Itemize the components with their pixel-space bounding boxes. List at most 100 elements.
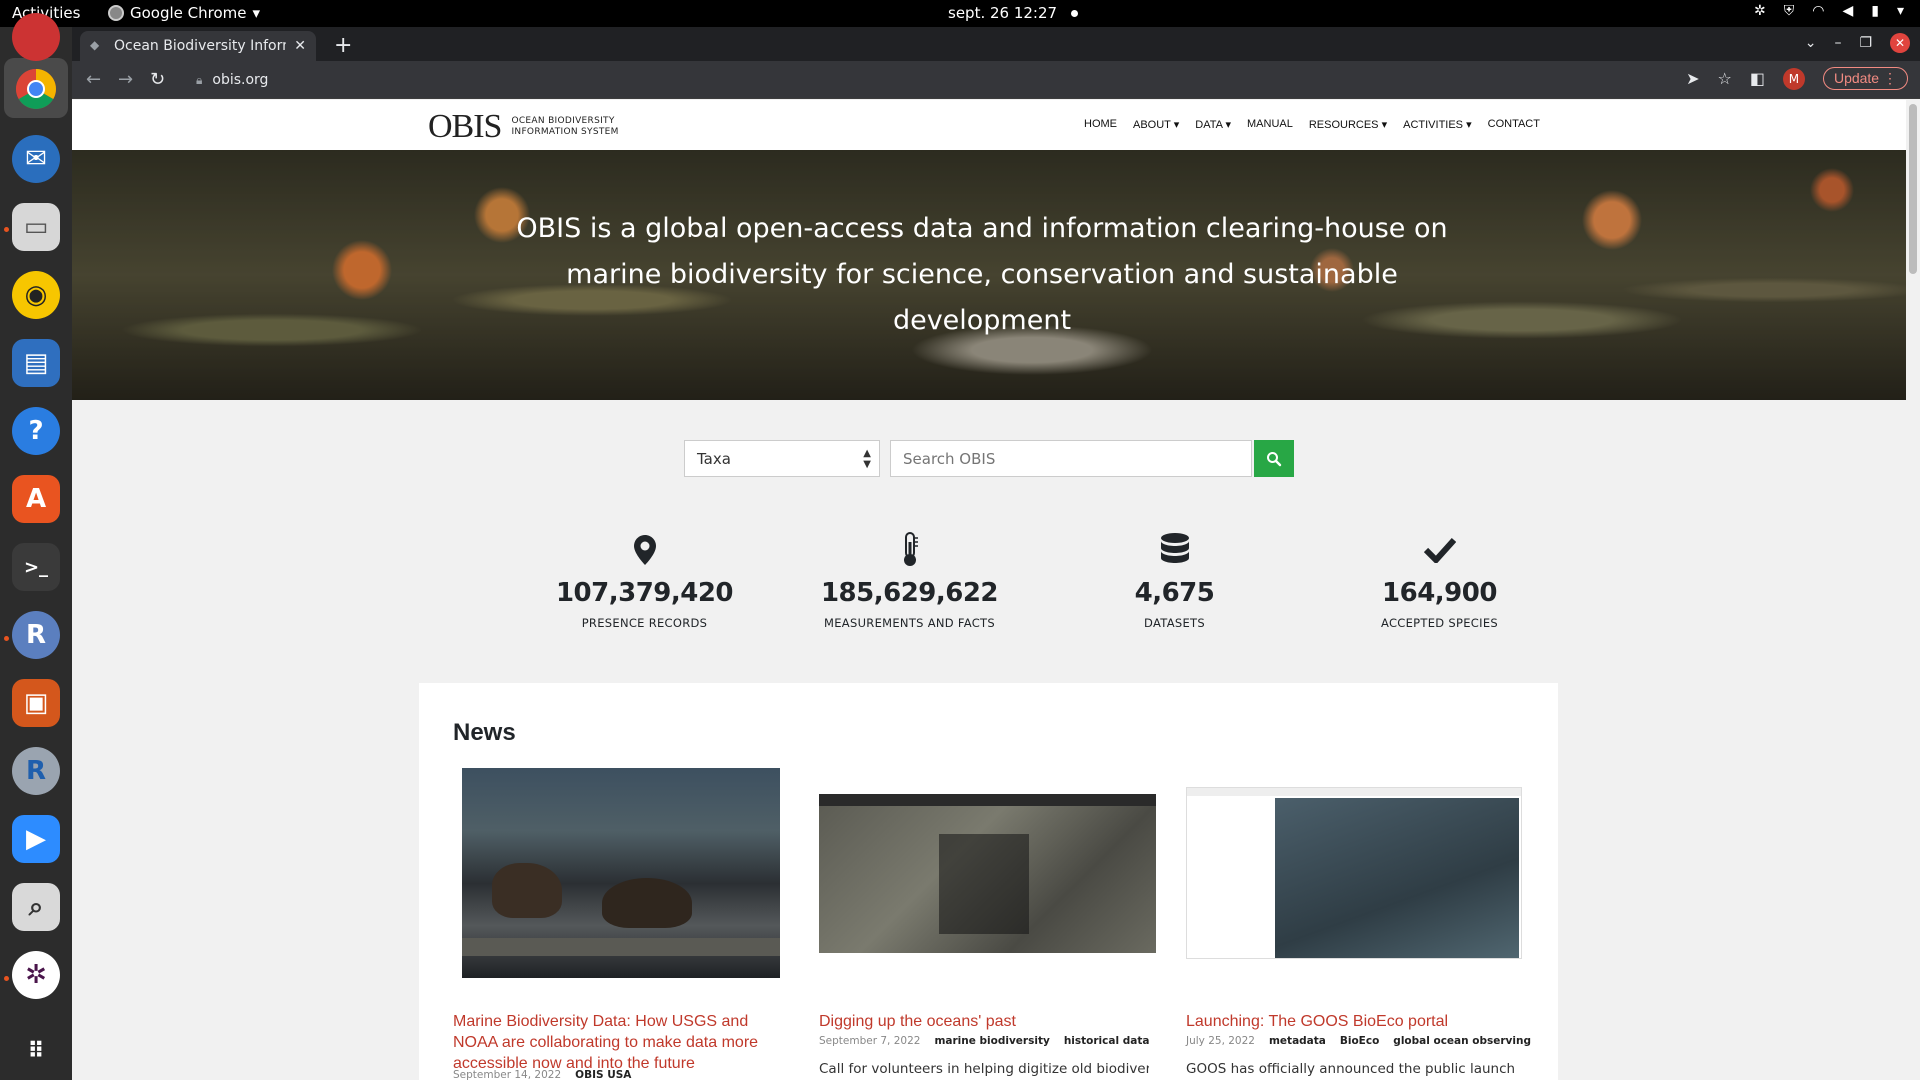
obis-logo[interactable]: OBIS OCEAN BIODIVERSITY INFORMATION SYST… <box>428 108 619 146</box>
r-icon[interactable]: R <box>12 611 60 659</box>
tab-title: Ocean Biodiversity Inform <box>114 38 287 54</box>
stat-value: 185,629,622 <box>820 578 999 608</box>
impress-icon[interactable]: ▣ <box>12 679 60 727</box>
caret-down-icon: ▾ <box>252 4 261 22</box>
reload-icon[interactable]: ↻ <box>150 69 165 90</box>
news-image-portal[interactable] <box>1186 787 1522 959</box>
check-icon <box>1307 530 1572 570</box>
nav-home[interactable]: HOME <box>1084 118 1117 131</box>
database-icon <box>1042 530 1307 570</box>
new-tab-button[interactable]: + <box>334 33 352 58</box>
news-tag[interactable]: marine biodiversity <box>934 1035 1049 1047</box>
hero-banner: OBIS is a global open-access data and in… <box>72 150 1906 400</box>
news-title-link[interactable]: Marine Biodiversity Data: How USGS and N… <box>453 1011 783 1074</box>
system-tray[interactable]: ✲ ⛨ ◠ ◀ ▮ ▾ <box>1754 3 1904 19</box>
nav-label: DATA <box>1195 119 1223 131</box>
close-window-icon[interactable]: ✕ <box>1890 33 1910 53</box>
nav-resources[interactable]: RESOURCES ▾ <box>1309 118 1387 131</box>
news-image-old-map[interactable] <box>819 794 1156 953</box>
caret-down-icon: ▾ <box>1466 119 1472 131</box>
stat-measurements[interactable]: 185,629,622 MEASUREMENTS AND FACTS <box>777 530 1042 630</box>
news-tag[interactable]: OBIS USA <box>575 1069 631 1080</box>
web-page: OBIS OCEAN BIODIVERSITY INFORMATION SYST… <box>72 100 1906 1080</box>
rhythmbox-icon[interactable]: ◉ <box>12 271 60 319</box>
nav-contact[interactable]: CONTACT <box>1488 118 1540 131</box>
news-meta: September 7, 2022 marine biodiversity hi… <box>819 1035 1149 1047</box>
nav-data[interactable]: DATA ▾ <box>1195 118 1231 131</box>
tab-obis[interactable]: ◆ Ocean Biodiversity Inform ✕ <box>80 31 316 61</box>
shield-tray-icon[interactable]: ⛨ <box>1784 3 1795 19</box>
nav-label: ABOUT <box>1133 119 1171 131</box>
files-icon[interactable]: ▭ <box>12 203 60 251</box>
send-icon[interactable]: ➤ <box>1686 69 1699 88</box>
stat-label: DATASETS <box>1144 616 1205 630</box>
map-marker-icon <box>512 530 777 570</box>
thermometer-icon <box>777 530 1042 570</box>
search-button[interactable] <box>1254 440 1294 477</box>
slack-tray-icon[interactable]: ✲ <box>1754 3 1766 19</box>
writer-icon[interactable]: ▤ <box>12 339 60 387</box>
bookmark-star-icon[interactable]: ☆ <box>1717 69 1731 88</box>
search-type-select[interactable]: Taxa ▲ ▼ <box>684 440 880 477</box>
news-tag[interactable]: global ocean observing <box>1393 1035 1531 1047</box>
side-panel-icon[interactable]: ◧ <box>1750 69 1765 88</box>
minimize-icon[interactable]: – <box>1834 35 1841 51</box>
clock[interactable]: sept. 26 12:27 <box>948 4 1079 22</box>
url-text: obis.org <box>212 72 269 88</box>
rstudio-icon[interactable]: R <box>12 747 60 795</box>
stat-datasets[interactable]: 4,675 DATASETS <box>1042 530 1307 630</box>
update-label: Update <box>1833 70 1880 86</box>
dock-app-partial-icon[interactable] <box>12 13 60 61</box>
zoom-icon[interactable]: ▶ <box>12 815 60 863</box>
page-scrollbar[interactable] <box>1906 100 1920 1080</box>
search-bar: Taxa ▲ ▼ <box>684 440 1294 477</box>
profile-avatar[interactable]: M <box>1782 67 1805 90</box>
news-date: September 7, 2022 <box>819 1035 921 1047</box>
stat-accepted-species[interactable]: 164,900 ACCEPTED SPECIES <box>1307 530 1572 630</box>
search-app-icon[interactable]: ⌕ <box>12 883 60 931</box>
tab-close-icon[interactable]: ✕ <box>294 38 306 54</box>
nav-about[interactable]: ABOUT ▾ <box>1133 118 1179 131</box>
news-tag[interactable]: metadata <box>1269 1035 1326 1047</box>
news-title-link[interactable]: Launching: The GOOS BioEco portal <box>1186 1011 1516 1032</box>
news-excerpt: GOOS has officially announced the public… <box>1186 1061 1516 1077</box>
stat-presence-records[interactable]: 107,379,420 PRESENCE RECORDS <box>512 530 777 630</box>
search-icon <box>1267 451 1282 466</box>
news-date: September 14, 2022 <box>453 1069 562 1080</box>
wifi-icon[interactable]: ◠ <box>1812 3 1824 19</box>
help-icon[interactable]: ? <box>12 407 60 455</box>
back-icon[interactable]: ← <box>86 69 101 90</box>
scrollbar-thumb[interactable] <box>1909 104 1917 274</box>
thunderbird-icon[interactable]: ✉ <box>12 135 60 183</box>
running-indicator <box>4 636 9 641</box>
volume-icon[interactable]: ◀ <box>1842 3 1853 19</box>
nav-activities[interactable]: ACTIVITIES ▾ <box>1403 118 1472 131</box>
news-tag[interactable]: BioEco <box>1340 1035 1379 1047</box>
news-tag[interactable]: historical data <box>1064 1035 1150 1047</box>
software-center-icon[interactable]: A <box>12 475 60 523</box>
restore-icon[interactable]: ❐ <box>1859 35 1872 51</box>
search-input[interactable] <box>890 440 1252 477</box>
system-menu-caret-icon[interactable]: ▾ <box>1897 3 1904 19</box>
show-apps-icon[interactable]: ⠿ <box>12 1027 60 1075</box>
screenshot-panel-shape <box>939 834 1029 934</box>
news-image-sea-lions[interactable] <box>462 768 780 978</box>
toolbar-actions: ➤ ☆ ◧ M Update ⋮ <box>1686 67 1908 90</box>
slack-icon[interactable]: ✲ <box>12 951 60 999</box>
update-button[interactable]: Update ⋮ <box>1822 67 1908 90</box>
lock-icon[interactable]: 🔒︎ <box>196 73 202 88</box>
logo-subtitle: OCEAN BIODIVERSITY INFORMATION SYSTEM <box>511 116 618 138</box>
tab-search-icon[interactable]: ⌄ <box>1805 35 1817 51</box>
app-menu[interactable]: Google Chrome ▾ <box>108 4 260 22</box>
news-title-link[interactable]: Digging up the oceans' past <box>819 1011 1149 1032</box>
logo-subtitle-line: OCEAN BIODIVERSITY <box>511 116 615 126</box>
battery-icon[interactable]: ▮ <box>1871 3 1879 19</box>
terminal-icon[interactable]: >_ <box>12 543 60 591</box>
address-bar[interactable]: 🔒︎ obis.org <box>182 66 1742 94</box>
dock-float-shape <box>462 938 780 956</box>
nav-manual[interactable]: MANUAL <box>1247 118 1293 131</box>
clock-text: sept. 26 12:27 <box>948 4 1058 22</box>
chrome-icon[interactable] <box>12 65 60 113</box>
forward-icon[interactable]: → <box>118 69 133 90</box>
main-nav: HOME ABOUT ▾ DATA ▾ MANUAL RESOURCES ▾ A… <box>1084 118 1540 131</box>
